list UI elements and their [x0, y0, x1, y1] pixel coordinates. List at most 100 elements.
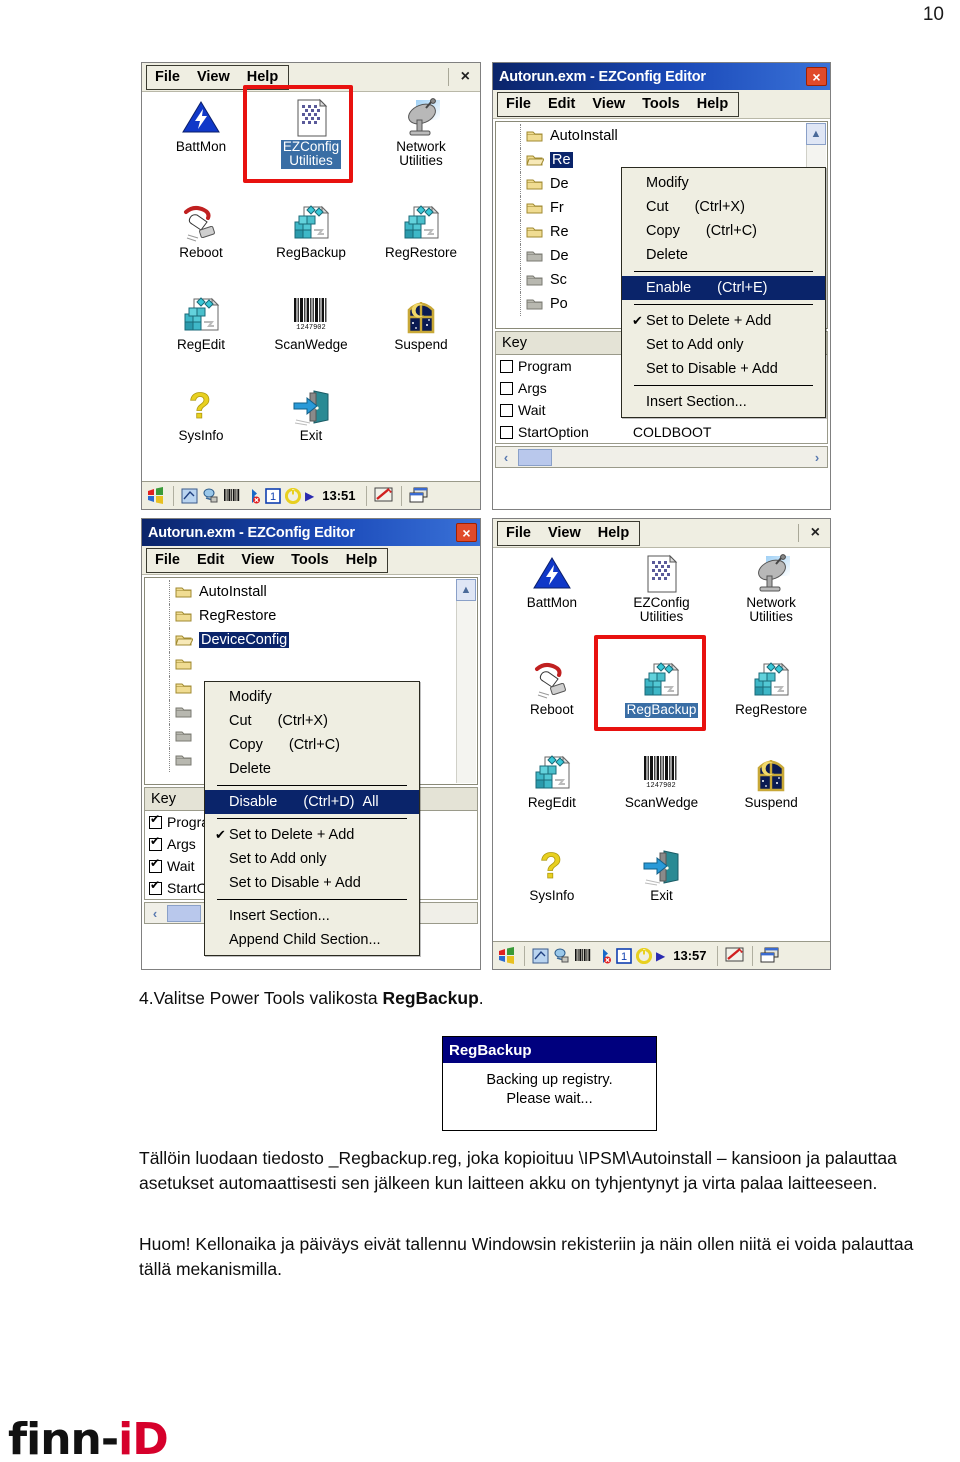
desktop-icon-regrestore[interactable]: RegRestore — [716, 661, 826, 752]
bluetooth-icon[interactable] — [596, 948, 612, 964]
key-checkbox[interactable] — [149, 857, 162, 873]
tr-context-menu[interactable]: Modify Cut (Ctrl+X) Copy (Ctrl+C) Delete Enabl… — [621, 167, 826, 418]
menu-item-file[interactable]: File — [506, 96, 531, 112]
context-menu-item[interactable]: Cut (Ctrl+X) — [205, 709, 419, 733]
desktop-icon-ezconfig[interactable]: EZConfig Utilities — [607, 554, 717, 659]
menu-item-help[interactable]: Help — [346, 552, 377, 568]
context-menu-item[interactable]: ✔ Set to Delete + Add — [205, 823, 419, 847]
key-checkbox[interactable] — [149, 835, 162, 851]
context-menu-item[interactable]: Enable (Ctrl+E) — [622, 276, 825, 300]
br-close-icon[interactable]: × — [811, 524, 820, 542]
br-menu-view[interactable]: View — [548, 525, 581, 541]
key-checkbox[interactable] — [500, 403, 513, 417]
tr-horizontal-scrollbar[interactable]: ‹ › — [495, 446, 828, 468]
desktop-icon-regbackup[interactable]: RegBackup — [256, 204, 366, 294]
desktop-icon-battmon[interactable]: BattMon — [497, 554, 607, 659]
desktop-icon-ezconfig[interactable]: EZConfig Utilities — [256, 98, 366, 202]
menu-item-edit[interactable]: Edit — [548, 96, 575, 112]
key-checkbox[interactable] — [500, 381, 513, 395]
context-menu-item[interactable]: Append Child Section... — [205, 928, 419, 952]
bl-close-button[interactable]: × — [456, 523, 477, 542]
bl-hscroll-thumb[interactable] — [167, 904, 201, 922]
desktop-icon-exit[interactable]: Exit — [256, 387, 366, 477]
desktop-icon-scanwedge[interactable]: 1247902 ScanWedge — [256, 296, 366, 386]
bluetooth-icon[interactable] — [245, 488, 261, 504]
desktop-icon-sysinfo[interactable]: ? SysInfo — [497, 845, 607, 938]
tr-close-button[interactable]: × — [806, 67, 827, 86]
context-menu-item[interactable]: Copy (Ctrl+C) — [622, 219, 825, 243]
desktop-icon-suspend[interactable]: Suspend — [366, 296, 476, 386]
context-menu-item[interactable]: Insert Section... — [205, 904, 419, 928]
tr-hscroll-right[interactable]: › — [807, 447, 827, 467]
window-switcher-icon[interactable] — [409, 487, 429, 504]
taskbar-expand-icon[interactable]: ▶ — [656, 949, 665, 963]
tr-scroll-up-button[interactable]: ▲ — [806, 123, 826, 145]
desktop-icon-sysinfo[interactable]: ? SysInfo — [146, 385, 256, 477]
window-switcher-icon[interactable] — [760, 947, 780, 964]
desktop-icon-battmon[interactable]: BattMon — [146, 98, 256, 202]
menu-item-view[interactable]: View — [592, 96, 625, 112]
tl-close-icon[interactable]: × — [461, 68, 470, 86]
context-menu-item[interactable]: ✔ Set to Delete + Add — [622, 309, 825, 333]
context-menu-item[interactable]: Disable (Ctrl+D) All — [205, 790, 419, 814]
context-menu-item[interactable]: Set to Add only — [622, 333, 825, 357]
activesync-icon[interactable] — [532, 948, 549, 964]
bl-hscroll-left[interactable]: ‹ — [145, 903, 165, 923]
tree-node[interactable]: RegRestore — [145, 604, 477, 628]
desktop-icon-regrestore[interactable]: RegRestore — [366, 204, 476, 294]
context-menu-item[interactable]: Copy (Ctrl+C) — [205, 733, 419, 757]
tree-node[interactable] — [145, 652, 477, 676]
network-connection-icon[interactable] — [202, 488, 219, 504]
key-checkbox[interactable] — [149, 813, 162, 829]
barcode-icon[interactable] — [574, 948, 592, 964]
context-menu-item[interactable]: Modify — [205, 685, 419, 709]
power-icon[interactable] — [285, 487, 301, 504]
menu-item-tools[interactable]: Tools — [642, 96, 680, 112]
context-menu-item[interactable]: Cut (Ctrl+X) — [622, 195, 825, 219]
context-menu-item[interactable]: Modify — [622, 171, 825, 195]
power-icon[interactable] — [636, 947, 652, 964]
activesync-icon[interactable] — [181, 488, 198, 504]
sip-keyboard-icon[interactable] — [374, 487, 394, 504]
context-menu-item[interactable]: Set to Add only — [205, 847, 419, 871]
tl-menu-group[interactable]: File View Help — [146, 64, 290, 90]
menu-item-help[interactable]: Help — [697, 96, 728, 112]
br-taskbar-clock[interactable]: 13:57 — [673, 948, 706, 963]
barcode-icon[interactable] — [223, 488, 241, 504]
menu-item-file[interactable]: File — [155, 552, 180, 568]
desktop-icon-regbackup[interactable]: RegBackup — [607, 661, 717, 752]
tree-node[interactable]: AutoInstall — [496, 124, 827, 148]
menu-item-tools[interactable]: Tools — [291, 552, 329, 568]
desktop-icon-network[interactable]: Network Utilities — [366, 98, 476, 202]
br-menu-file[interactable]: File — [506, 525, 531, 541]
sip-keyboard-icon[interactable] — [725, 947, 745, 964]
desktop-icon-reboot[interactable]: Reboot — [146, 204, 256, 294]
bl-menu-group[interactable]: File Edit View Tools Help — [146, 547, 389, 573]
input-panel-1-icon[interactable]: 1 — [265, 487, 281, 504]
taskbar-expand-icon[interactable]: ▶ — [305, 489, 314, 503]
key-checkbox[interactable] — [500, 359, 513, 373]
context-menu-item[interactable]: Delete — [205, 757, 419, 781]
tl-taskbar-clock[interactable]: 13:51 — [322, 488, 355, 503]
desktop-icon-suspend[interactable]: Suspend — [716, 754, 826, 845]
tl-menu-file[interactable]: File — [155, 69, 180, 85]
key-checkbox[interactable] — [149, 879, 162, 895]
br-menu-group[interactable]: File View Help — [497, 520, 641, 546]
start-button-icon[interactable] — [146, 486, 166, 505]
bl-vertical-scrollbar-track[interactable] — [456, 601, 476, 783]
network-connection-icon[interactable] — [553, 948, 570, 964]
br-menu-help[interactable]: Help — [598, 525, 629, 541]
context-menu-item[interactable]: Set to Disable + Add — [622, 357, 825, 381]
input-panel-1-icon[interactable]: 1 — [616, 947, 632, 964]
desktop-icon-network[interactable]: Network Utilities — [716, 554, 826, 659]
desktop-icon-reboot[interactable]: Reboot — [497, 661, 607, 752]
start-button-icon[interactable] — [497, 946, 517, 965]
key-checkbox[interactable] — [500, 425, 513, 439]
tl-menu-help[interactable]: Help — [247, 69, 278, 85]
desktop-icon-exit[interactable]: Exit — [607, 847, 717, 938]
bl-context-menu[interactable]: Modify Cut (Ctrl+X) Copy (Ctrl+C) Delete Disab… — [204, 681, 420, 956]
desktop-icon-regedit[interactable]: RegEdit — [497, 754, 607, 845]
menu-item-edit[interactable]: Edit — [197, 552, 224, 568]
tr-hscroll-left[interactable]: ‹ — [496, 447, 516, 467]
key-row[interactable]: StartOption COLDBOOT — [496, 421, 827, 443]
